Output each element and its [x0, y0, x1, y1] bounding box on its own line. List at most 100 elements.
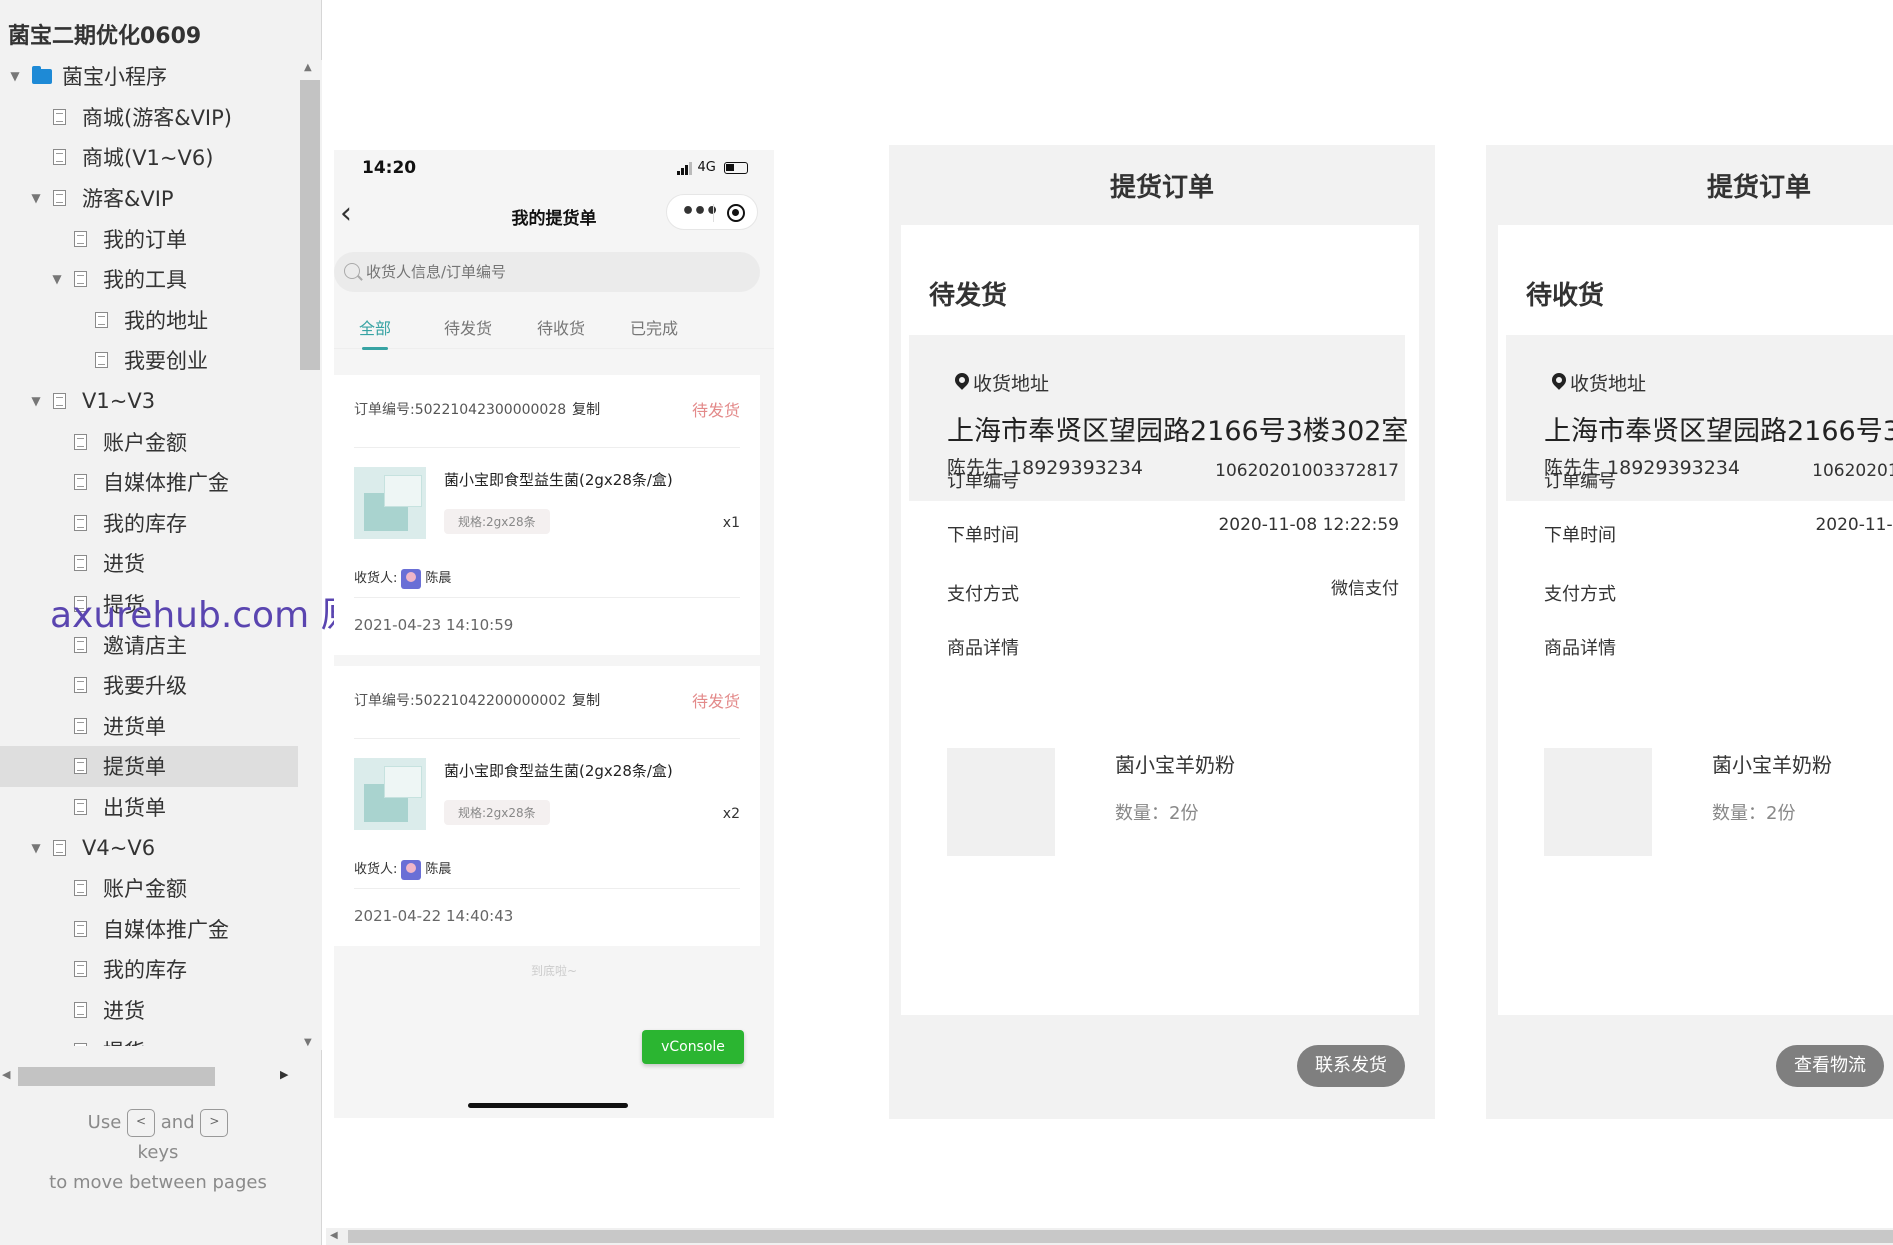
- tab-1[interactable]: 待发货: [423, 315, 513, 339]
- goods-name: 菌小宝羊奶粉: [1115, 753, 1235, 777]
- tab-label: 全部: [358, 319, 391, 338]
- scrollbar-thumb[interactable]: [18, 1067, 215, 1086]
- avatar: [401, 568, 422, 589]
- tree-item[interactable]: 进货: [0, 543, 298, 584]
- order-card[interactable]: 订单编号:50221042200000002 复制 待发货 菌小宝即食型益生菌(2gx…: [334, 666, 760, 946]
- tree-item[interactable]: 我要升级: [0, 665, 298, 706]
- hint-keys: keys: [137, 1142, 179, 1163]
- field-value: 10620201003372817: [1215, 461, 1399, 481]
- goods-quantity: 数量：2份: [1115, 803, 1199, 824]
- tree-item[interactable]: ▼ 游客&VIP: [0, 178, 298, 219]
- address-label-text: 收货地址: [973, 373, 1050, 395]
- page-icon: [74, 677, 87, 694]
- tree-item[interactable]: 自媒体推广金: [0, 462, 298, 503]
- tree-item-label: 进货单: [103, 714, 166, 739]
- more-icon[interactable]: •••: [681, 199, 719, 224]
- order-status-heading: 待收货: [1526, 281, 1605, 311]
- page-icon: [74, 230, 87, 247]
- copy-button[interactable]: 复制: [572, 402, 600, 418]
- receiver: 收货人: 陈晨: [354, 858, 451, 880]
- expand-arrow-icon[interactable]: ▼: [29, 191, 43, 205]
- tab-label: 待收货: [536, 319, 585, 338]
- scrollbar-thumb[interactable]: [348, 1230, 1893, 1243]
- search-bar[interactable]: [334, 252, 760, 292]
- page-icon: [74, 555, 87, 572]
- close-target-icon[interactable]: [727, 204, 745, 222]
- expand-arrow-icon[interactable]: ▼: [50, 272, 64, 286]
- vconsole-button[interactable]: vConsole: [642, 1030, 744, 1064]
- goods-quantity: 数量：2份: [1712, 803, 1796, 824]
- sidebar-vertical-scrollbar[interactable]: ▲ ▼: [298, 60, 322, 1050]
- order-tabs: 全部 待发货 待收货 已完成: [334, 305, 774, 350]
- tree-item[interactable]: 自媒体推广金: [0, 908, 298, 949]
- order-card[interactable]: 订单编号:50221042300000028 复制 待发货 菌小宝即食型益生菌(2gx…: [334, 375, 760, 655]
- tree-item[interactable]: 账户金额: [0, 868, 298, 909]
- view-logistics-button[interactable]: 查看物流: [1776, 1045, 1884, 1087]
- divider: [354, 447, 740, 448]
- page-icon: [74, 880, 87, 897]
- page-icon: [74, 514, 87, 531]
- scroll-down-icon[interactable]: ▼: [304, 1037, 312, 1048]
- page-icon: [53, 149, 66, 166]
- tree-item-label: 我的地址: [124, 308, 208, 333]
- tree-item[interactable]: 进货单: [0, 706, 298, 747]
- scroll-right-icon[interactable]: ▶: [280, 1068, 288, 1081]
- tree-item-label: 出货单: [103, 795, 166, 820]
- expand-arrow-icon[interactable]: ▼: [8, 69, 22, 83]
- page-icon: [74, 717, 87, 734]
- tab-0[interactable]: 全部: [330, 315, 420, 350]
- mini-program-capsule[interactable]: •••: [666, 194, 758, 230]
- field-label: 下单时间: [947, 525, 1019, 546]
- tree-item[interactable]: ▼ V4~V6: [0, 827, 298, 868]
- tree-item[interactable]: 我的订单: [0, 218, 298, 259]
- canvas-horizontal-scrollbar[interactable]: ◀: [326, 1228, 1893, 1245]
- copy-button[interactable]: 复制: [572, 693, 600, 709]
- scroll-up-icon[interactable]: ▲: [304, 62, 312, 73]
- search-input[interactable]: [366, 260, 746, 284]
- page-icon: [95, 352, 108, 369]
- order-number: 订单编号:50221042200000002 复制: [354, 690, 600, 710]
- contact-shipping-button[interactable]: 联系发货: [1297, 1045, 1405, 1087]
- divider: [354, 888, 740, 889]
- order-status: 待发货: [691, 401, 740, 420]
- product-spec-badge: 规格:2gx28条: [444, 509, 550, 534]
- tree-item-label: 游客&VIP: [82, 187, 174, 212]
- tree-item[interactable]: 我要创业: [0, 340, 298, 381]
- tree-item-label: 进货: [103, 998, 145, 1023]
- expand-arrow-icon[interactable]: ▼: [29, 394, 43, 408]
- tab-3[interactable]: 已完成: [609, 315, 699, 339]
- detail-card: 待收货收货地址上海市奉贤区望园路2166号3楼302室陈先生 189293932…: [1498, 225, 1893, 1015]
- scroll-left-icon[interactable]: ◀: [2, 1068, 10, 1081]
- page-icon: [53, 393, 66, 410]
- sidebar-horizontal-scrollbar[interactable]: ◀ ▶: [0, 1064, 322, 1088]
- order-detail-panel: 提货订单 待发货 收货地址 上海市奉贤区望园路2166号3楼302室 陈先生 18929…: [889, 145, 1435, 1119]
- tree-item[interactable]: ▼ 我的工具: [0, 259, 298, 300]
- tree-item[interactable]: ▼ V1~V3: [0, 381, 298, 422]
- product-quantity: x2: [722, 806, 740, 822]
- tree-item[interactable]: 商城(游客&VIP): [0, 97, 298, 138]
- expand-arrow-icon[interactable]: ▼: [29, 841, 43, 855]
- tree-item[interactable]: 我的库存: [0, 503, 298, 544]
- tree-item[interactable]: 账户金额: [0, 421, 298, 462]
- tree-item-label: 我的库存: [103, 511, 187, 536]
- tree-item-label: 我的订单: [103, 227, 187, 252]
- tree-item[interactable]: 提货: [0, 1030, 298, 1046]
- tree-item[interactable]: 提货单: [0, 746, 298, 787]
- address-label-text: 收货地址: [1570, 373, 1647, 395]
- page-icon: [74, 1042, 87, 1046]
- page-icon: [74, 433, 87, 450]
- tree-item[interactable]: 我的地址: [0, 300, 298, 341]
- end-of-list-tip: 到底啦~: [530, 964, 578, 978]
- page-icon: [74, 271, 87, 288]
- page-icon: [74, 961, 87, 978]
- tree-item[interactable]: 商城(V1~V6): [0, 137, 298, 178]
- tree-item-label: 我的工具: [103, 268, 187, 293]
- scroll-left-icon[interactable]: ◀: [330, 1230, 338, 1241]
- scrollbar-thumb[interactable]: [300, 80, 320, 370]
- tree-item[interactable]: ▼ 菌宝小程序: [0, 56, 298, 97]
- tree-item[interactable]: 进货: [0, 990, 298, 1031]
- tree-item[interactable]: 我的库存: [0, 949, 298, 990]
- product-spec-badge: 规格:2gx28条: [444, 800, 550, 825]
- tab-2[interactable]: 待收货: [516, 315, 606, 339]
- tree-item[interactable]: 出货单: [0, 787, 298, 828]
